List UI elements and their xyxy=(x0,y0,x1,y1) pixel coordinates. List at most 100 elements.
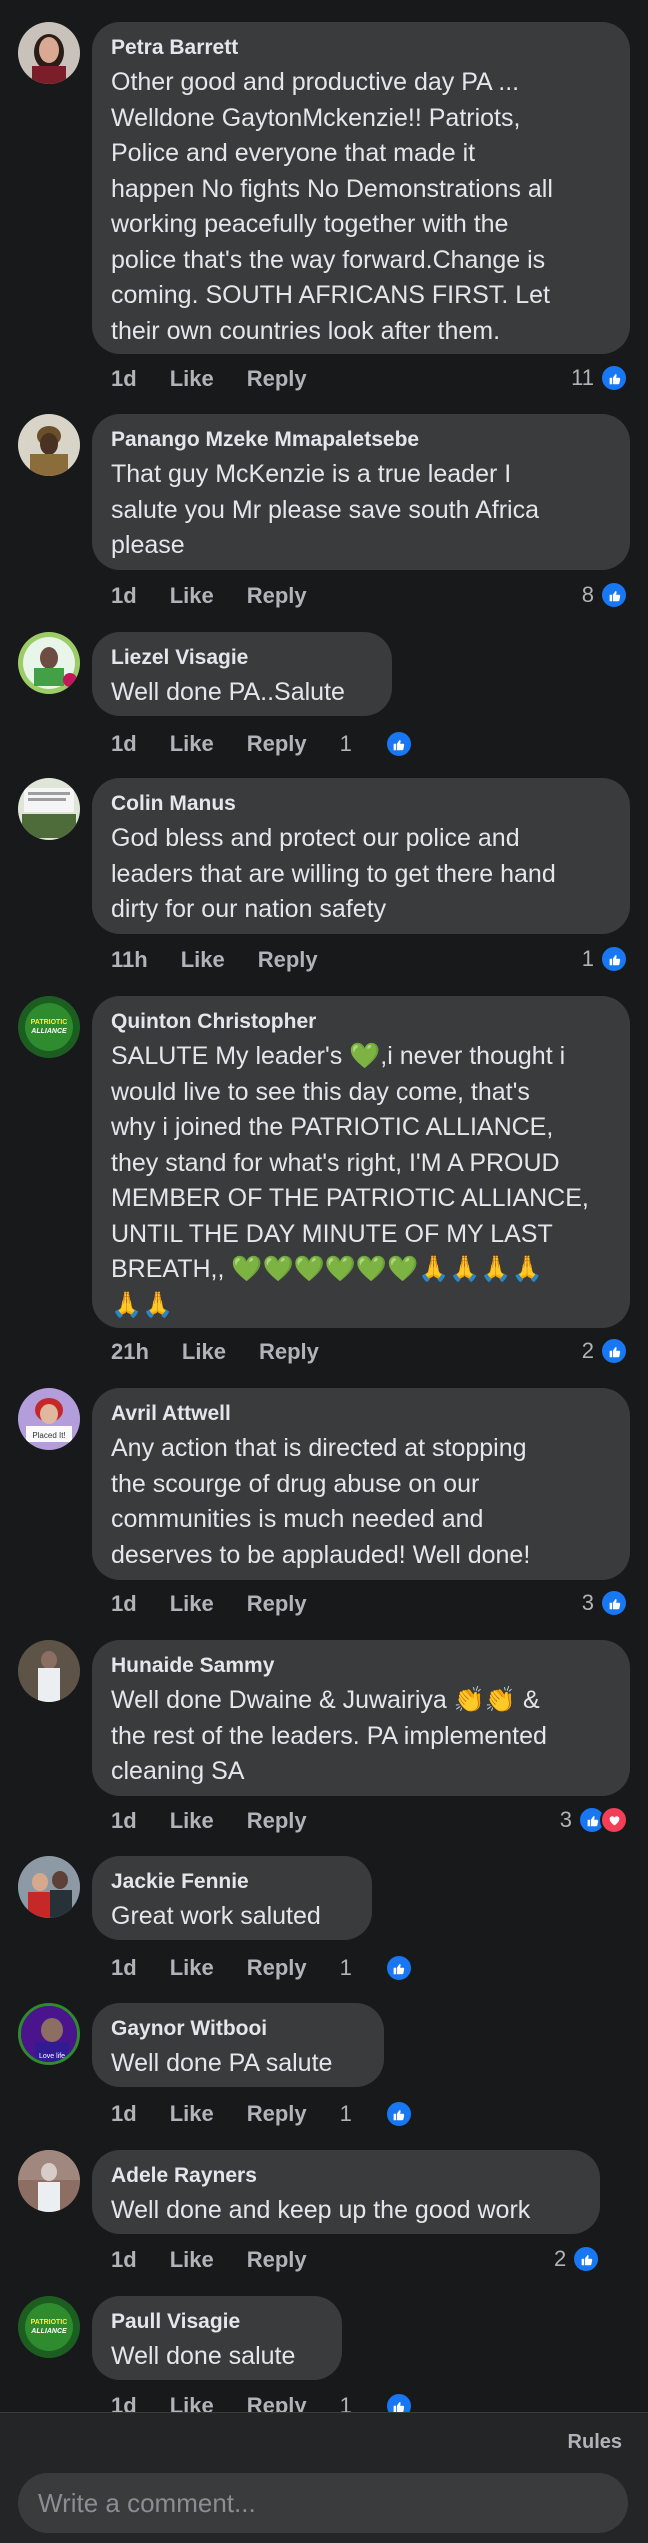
reaction-count: 3 xyxy=(581,1590,594,1615)
reply-button[interactable]: Reply xyxy=(247,366,307,392)
comment-bubble: Paull Visagie Well done salute xyxy=(92,2296,342,2380)
reply-button[interactable]: Reply xyxy=(247,2101,307,2127)
like-button[interactable]: Like xyxy=(182,1339,226,1365)
comment-actions: 1d Like Reply xyxy=(111,2247,340,2273)
reaction-summary[interactable]: 3 xyxy=(582,1589,628,1617)
comment-text: Well done salute xyxy=(111,2342,296,2370)
rules-link[interactable]: Rules xyxy=(568,2431,622,2454)
comment-actions: 1d Like Reply xyxy=(111,1591,340,1617)
reaction-summary[interactable]: 11 xyxy=(571,364,628,392)
comment-bubble: Hunaide Sammy Well done Dwaine & Juwairi… xyxy=(92,1640,630,1796)
avatar[interactable]: Love life xyxy=(18,2003,80,2065)
commenter-name[interactable]: Petra Barrett xyxy=(111,35,610,61)
like-reaction-icon xyxy=(600,1337,628,1365)
like-button[interactable]: Like xyxy=(170,1591,214,1617)
like-button[interactable]: Like xyxy=(170,366,214,392)
comment-time[interactable]: 1d xyxy=(111,366,137,392)
comment-text: Well done Dwaine & Juwairiya 👏👏 & the re… xyxy=(111,1686,547,1785)
comment-time[interactable]: 1d xyxy=(111,1955,137,1981)
comment-actions: 21h Like Reply xyxy=(111,1339,352,1365)
reply-button[interactable]: Reply xyxy=(259,1339,319,1365)
reaction-count: 1 xyxy=(339,2101,352,2126)
avatar[interactable] xyxy=(18,22,80,84)
avatar[interactable] xyxy=(18,1640,80,1702)
comment-time[interactable]: 1d xyxy=(111,583,137,609)
reaction-summary[interactable]: 2 xyxy=(582,1337,628,1365)
comment-actions: 1d Like Reply xyxy=(111,583,340,609)
reaction-summary[interactable]: 3 xyxy=(560,1806,628,1834)
comment-bubble: Liezel Visagie Well done PA..Salute xyxy=(92,632,392,716)
avatar[interactable] xyxy=(18,632,80,694)
reply-button[interactable]: Reply xyxy=(247,583,307,609)
commenter-name[interactable]: Hunaide Sammy xyxy=(111,1653,610,1679)
commenter-name[interactable]: Colin Manus xyxy=(111,791,610,817)
comment-bubble: Colin Manus God bless and protect our po… xyxy=(92,778,630,934)
like-button[interactable]: Like xyxy=(170,2101,214,2127)
avatar[interactable] xyxy=(18,2150,80,2212)
avatar[interactable]: PATRIOTIC ALLIANCE xyxy=(18,2296,80,2358)
commenter-name[interactable]: Avril Attwell xyxy=(111,1401,610,1427)
like-reaction-icon xyxy=(384,1954,413,1982)
comment-bubble: Adele Rayners Well done and keep up the … xyxy=(92,2150,600,2234)
like-reaction-icon xyxy=(384,2100,413,2128)
commenter-name[interactable]: Jackie Fennie xyxy=(111,1869,352,1895)
comment-text: Other good and productive day PA ... Wel… xyxy=(111,68,553,345)
avatar[interactable]: Placed It! xyxy=(18,1388,80,1450)
reaction-summary[interactable]: 1 xyxy=(582,945,628,973)
pa-logo-line2: ALLIANCE xyxy=(30,2328,67,2335)
comment-time[interactable]: 1d xyxy=(111,1591,137,1617)
reaction-summary[interactable]: 1 xyxy=(340,1954,446,1982)
reaction-count: 8 xyxy=(581,582,594,607)
comment-actions: 1d Like Reply 1 xyxy=(111,1954,479,1982)
avatar[interactable] xyxy=(18,1856,80,1918)
comment-time[interactable]: 1d xyxy=(111,731,137,757)
comment-input[interactable]: Write a comment... xyxy=(18,2473,628,2533)
comment-text: Great work saluted xyxy=(111,1902,321,1930)
comment-bubble: Panango Mzeke Mmapaletsebe That guy McKe… xyxy=(92,414,630,570)
commenter-name[interactable]: Quinton Christopher xyxy=(111,1009,610,1035)
reaction-summary[interactable]: 8 xyxy=(582,581,628,609)
reaction-count: 3 xyxy=(559,1807,572,1832)
comment-actions: 1d Like Reply 1 xyxy=(111,730,479,758)
comment-time[interactable]: 1d xyxy=(111,1808,137,1834)
avatar[interactable] xyxy=(18,778,80,840)
comment-bubble: Jackie Fennie Great work saluted xyxy=(92,1856,372,1940)
reply-button[interactable]: Reply xyxy=(247,1955,307,1981)
reaction-count: 1 xyxy=(339,731,352,756)
pa-logo-line1: PATRIOTIC xyxy=(31,1019,68,1026)
like-reaction-icon xyxy=(600,1589,628,1617)
comment-time[interactable]: 21h xyxy=(111,1339,149,1365)
pa-logo-line2: ALLIANCE xyxy=(30,1028,67,1035)
commenter-name[interactable]: Panango Mzeke Mmapaletsebe xyxy=(111,427,610,453)
reply-button[interactable]: Reply xyxy=(258,947,318,973)
commenter-name[interactable]: Gaynor Witbooi xyxy=(111,2016,364,2042)
reply-button[interactable]: Reply xyxy=(247,1591,307,1617)
reply-button[interactable]: Reply xyxy=(247,1808,307,1834)
like-button[interactable]: Like xyxy=(181,947,225,973)
avatar-badge-text: Love life xyxy=(39,2053,65,2060)
comment-actions: 1d Like Reply xyxy=(111,1808,340,1834)
reply-button[interactable]: Reply xyxy=(247,731,307,757)
reply-button[interactable]: Reply xyxy=(247,2247,307,2273)
commenter-name[interactable]: Liezel Visagie xyxy=(111,645,372,671)
like-button[interactable]: Like xyxy=(170,1808,214,1834)
comment-text: SALUTE My leader's 💚,i never thought i w… xyxy=(111,1042,589,1319)
avatar[interactable]: PATRIOTIC ALLIANCE xyxy=(18,996,80,1058)
comment-time[interactable]: 1d xyxy=(111,2247,137,2273)
like-button[interactable]: Like xyxy=(170,583,214,609)
reaction-count: 1 xyxy=(581,946,594,971)
commenter-name[interactable]: Adele Rayners xyxy=(111,2163,580,2189)
like-button[interactable]: Like xyxy=(170,731,214,757)
comment-actions: 1d Like Reply xyxy=(111,366,340,392)
reaction-count: 11 xyxy=(571,365,594,390)
reaction-summary[interactable]: 1 xyxy=(340,2100,446,2128)
comment-time[interactable]: 11h xyxy=(111,947,148,973)
reaction-summary[interactable]: 1 xyxy=(340,730,446,758)
avatar[interactable] xyxy=(18,414,80,476)
like-button[interactable]: Like xyxy=(170,1955,214,1981)
comment-time[interactable]: 1d xyxy=(111,2101,137,2127)
comment-bubble: Avril Attwell Any action that is directe… xyxy=(92,1388,630,1580)
reaction-summary[interactable]: 2 xyxy=(554,2245,601,2273)
commenter-name[interactable]: Paull Visagie xyxy=(111,2309,322,2335)
like-button[interactable]: Like xyxy=(170,2247,214,2273)
